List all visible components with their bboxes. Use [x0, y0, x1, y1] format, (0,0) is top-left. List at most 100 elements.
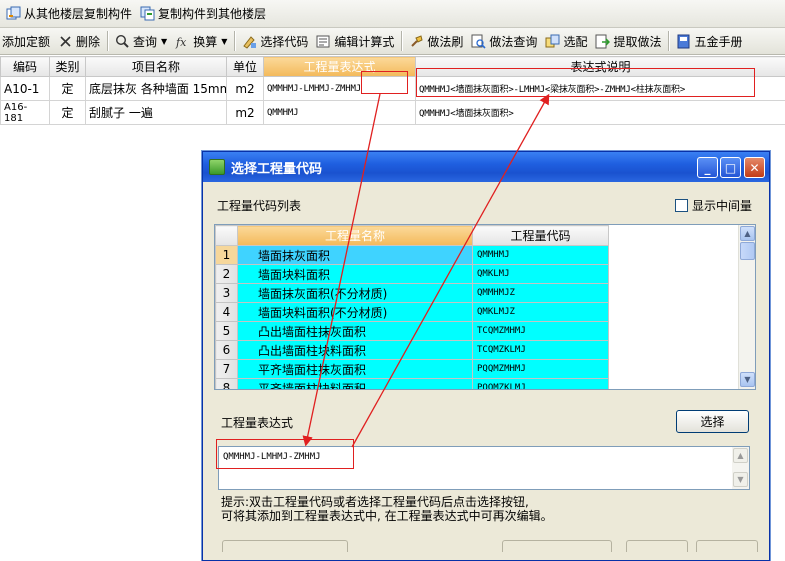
cell-description[interactable]: QMMHMJ<墙面抹灰面积>: [416, 101, 785, 125]
select-button[interactable]: 选择: [676, 410, 749, 433]
select-match-label: 选配: [563, 33, 587, 50]
col-header-type[interactable]: 类别: [50, 57, 86, 77]
quantity-code[interactable]: QMMHMJZ: [473, 284, 609, 303]
row-number: 5: [216, 322, 238, 341]
list-item[interactable]: 3 墙面抹灰面积(不分材质) QMMHMJZ: [216, 284, 609, 303]
convert-button[interactable]: fx 换算 ▼: [171, 30, 231, 52]
row-number: 6: [216, 341, 238, 360]
annotation-box-description-cell: [416, 68, 755, 97]
cell-unit[interactable]: m2: [227, 77, 264, 101]
method-query-button[interactable]: 做法查询: [467, 30, 541, 52]
hardware-manual-button[interactable]: 五金手册: [672, 30, 746, 52]
code-list-header: 工程量名称 工程量代码: [216, 226, 609, 246]
hint-text: 提示:双击工程量代码或者选择工程量代码后点击选择按钮, 可将其添加到工程量表达式…: [221, 495, 761, 523]
col-header-quantity-code[interactable]: 工程量代码: [473, 226, 609, 246]
method-brush-button[interactable]: 做法刷: [405, 30, 467, 52]
expression-scrollbar[interactable]: ▲ ▼: [732, 447, 749, 489]
cell-expression[interactable]: QMMHMJ: [264, 101, 416, 125]
copy-from-floor-icon: [6, 6, 21, 21]
quantity-code[interactable]: QMKLMJ: [473, 265, 609, 284]
quantity-name[interactable]: 墙面块料面积(不分材质): [238, 303, 473, 322]
maximize-button[interactable]: □: [720, 157, 741, 178]
hint-line-1: 提示:双击工程量代码或者选择工程量代码后点击选择按钮,: [221, 495, 761, 509]
select-match-button[interactable]: 选配: [541, 30, 591, 52]
quantity-code[interactable]: QMMHMJ: [473, 246, 609, 265]
list-item[interactable]: 4 墙面块料面积(不分材质) QMKLMJZ: [216, 303, 609, 322]
checkbox-box[interactable]: [675, 199, 688, 212]
cell-unit[interactable]: m2: [227, 101, 264, 125]
scroll-down-icon[interactable]: ▼: [740, 372, 755, 387]
quantity-name[interactable]: 平齐墙面柱抹灰面积: [238, 360, 473, 379]
cell-code[interactable]: A10-1: [1, 77, 50, 101]
edit-formula-label: 编辑计算式: [334, 33, 394, 50]
select-code-icon: [242, 34, 257, 49]
partial-button[interactable]: [696, 540, 758, 552]
vertical-scrollbar[interactable]: ▲ ▼: [738, 225, 755, 389]
query-button[interactable]: 查询 ▼: [111, 30, 171, 52]
extract-method-icon: [595, 34, 610, 49]
row-number: 3: [216, 284, 238, 303]
select-code-button[interactable]: 选择代码: [238, 30, 312, 52]
dialog-title: 选择工程量代码: [231, 158, 322, 177]
col-header-quantity-name[interactable]: 工程量名称: [238, 226, 473, 246]
toolbar-separator: [668, 31, 669, 51]
list-item[interactable]: 5 凸出墙面柱抹灰面积 TCQMZMHMJ: [216, 322, 609, 341]
quantity-code[interactable]: QMKLMJZ: [473, 303, 609, 322]
quantity-name[interactable]: 平齐墙面柱块料面积: [238, 379, 473, 391]
scroll-up-icon[interactable]: ▲: [733, 448, 748, 463]
manual-book-icon: [676, 34, 691, 49]
copy-from-other-floor-button[interactable]: 从其他楼层复制构件: [2, 3, 136, 25]
show-intermediate-checkbox[interactable]: 显示中间量: [675, 197, 752, 214]
minimize-button[interactable]: _: [697, 157, 718, 178]
cell-type[interactable]: 定: [50, 77, 86, 101]
quantity-name[interactable]: 墙面抹灰面积: [238, 246, 473, 265]
partial-button[interactable]: [502, 540, 612, 552]
row-number: 1: [216, 246, 238, 265]
toolbar-separator: [401, 31, 402, 51]
list-item[interactable]: 8 平齐墙面柱块料面积 PQQMZKLMJ: [216, 379, 609, 391]
col-header-name[interactable]: 项目名称: [86, 57, 227, 77]
extract-method-button[interactable]: 提取做法: [591, 30, 665, 52]
partial-button[interactable]: [222, 540, 348, 552]
chevron-down-icon: ▼: [221, 37, 227, 46]
cell-name[interactable]: 刮腻子 一遍: [86, 101, 227, 125]
quantity-name[interactable]: 凸出墙面柱抹灰面积: [238, 322, 473, 341]
method-brush-label: 做法刷: [427, 33, 463, 50]
corner-header: [216, 226, 238, 246]
list-item[interactable]: 7 平齐墙面柱抹灰面积 PQQMZMHMJ: [216, 360, 609, 379]
quantity-code[interactable]: PQQMZKLMJ: [473, 379, 609, 391]
select-code-label: 选择代码: [260, 33, 308, 50]
list-item[interactable]: 2 墙面块料面积 QMKLMJ: [216, 265, 609, 284]
quantity-code[interactable]: PQQMZMHMJ: [473, 360, 609, 379]
quantity-name[interactable]: 凸出墙面柱块料面积: [238, 341, 473, 360]
cell-name[interactable]: 底层抹灰 各种墙面 15mm: [86, 77, 227, 101]
copy-to-other-floor-button[interactable]: 复制构件到其他楼层: [136, 3, 270, 25]
svg-text:fx: fx: [175, 36, 187, 49]
dialog-titlebar[interactable]: 选择工程量代码 _ □ ✕: [203, 152, 769, 182]
add-quota-button[interactable]: 添加定额: [0, 30, 54, 52]
close-button[interactable]: ✕: [744, 157, 765, 178]
cell-type[interactable]: 定: [50, 101, 86, 125]
quantity-name[interactable]: 墙面块料面积: [238, 265, 473, 284]
scroll-thumb[interactable]: [740, 242, 755, 260]
add-quota-label: 添加定额: [2, 33, 50, 50]
partial-button[interactable]: [626, 540, 688, 552]
quantity-name[interactable]: 墙面抹灰面积(不分材质): [238, 284, 473, 303]
col-header-code[interactable]: 编码: [1, 57, 50, 77]
toolbar-separator: [234, 31, 235, 51]
scroll-up-icon[interactable]: ▲: [740, 226, 755, 241]
convert-label: 换算: [193, 33, 217, 50]
quantity-code[interactable]: TCQMZKLMJ: [473, 341, 609, 360]
hint-line-2: 可将其添加到工程量表达式中, 在工程量表达式中可再次编辑。: [221, 509, 761, 523]
table-row[interactable]: A16-181 定 刮腻子 一遍 m2 QMMHMJ QMMHMJ<墙面抹灰面积…: [1, 101, 785, 125]
quantity-code[interactable]: TCQMZMHMJ: [473, 322, 609, 341]
col-header-unit[interactable]: 单位: [227, 57, 264, 77]
cell-code[interactable]: A16-181: [1, 101, 50, 125]
list-item[interactable]: 1 墙面抹灰面积 QMMHMJ: [216, 246, 609, 265]
list-item[interactable]: 6 凸出墙面柱块料面积 TCQMZKLMJ: [216, 341, 609, 360]
app-icon: [209, 159, 225, 175]
delete-button[interactable]: 删除: [54, 30, 104, 52]
annotation-box-expression-cell: [361, 71, 408, 94]
edit-formula-button[interactable]: 编辑计算式: [312, 30, 398, 52]
scroll-down-icon[interactable]: ▼: [733, 472, 748, 487]
